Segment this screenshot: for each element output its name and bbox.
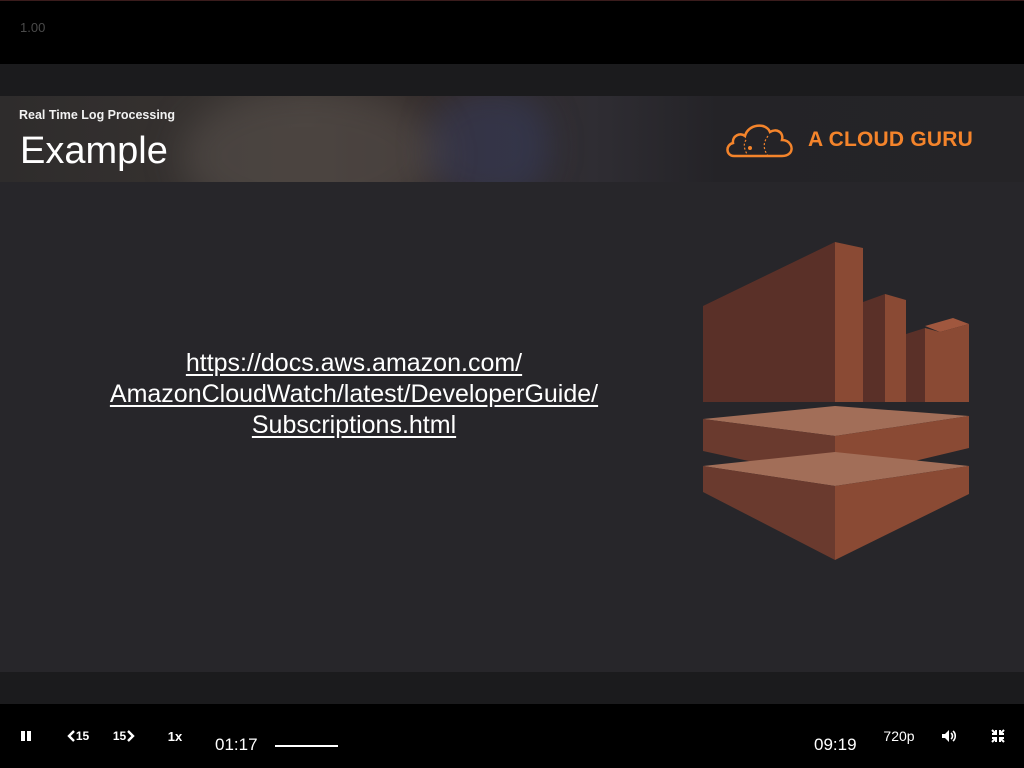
slide-title: Example xyxy=(20,130,168,172)
link-line-1: https://docs.aws.amazon.com/ xyxy=(185,349,523,377)
rewind-label: 15 xyxy=(75,729,90,743)
player-top-bar: 1.00 xyxy=(0,0,1024,64)
forward-label: 15 xyxy=(112,729,127,743)
exit-fullscreen-button[interactable] xyxy=(987,726,1009,746)
progress-bar[interactable] xyxy=(275,745,338,747)
brand-name: A CLOUD GURU xyxy=(808,128,973,151)
chevron-left-icon xyxy=(67,730,75,742)
quality-button[interactable]: 720p xyxy=(880,726,918,746)
pause-icon xyxy=(21,731,31,741)
chevron-right-icon xyxy=(127,730,135,742)
slide-header: Real Time Log Processing Example A CLOUD… xyxy=(0,96,1024,182)
exit-fullscreen-icon xyxy=(991,729,1005,743)
forward-15-button[interactable]: 15 xyxy=(108,726,140,746)
rewind-15-button[interactable]: 15 xyxy=(62,726,94,746)
video-viewport[interactable]: Real Time Log Processing Example A CLOUD… xyxy=(0,64,1024,704)
playback-rate-readout: 1.00 xyxy=(20,20,46,35)
total-duration: 09:19 xyxy=(814,735,857,754)
player-control-bar: 15 15 1x 01:17 09:19 720p xyxy=(0,704,1024,768)
slide-subtitle: Real Time Log Processing xyxy=(19,108,176,122)
kinesis-icon xyxy=(703,242,969,560)
current-time: 01:17 xyxy=(215,735,258,754)
volume-icon xyxy=(942,730,957,742)
subscriptions-doc-link[interactable]: https://docs.aws.amazon.com/ AmazonCloud… xyxy=(80,348,628,441)
cloud-logo-icon xyxy=(726,124,793,158)
link-line-2: AmazonCloudWatch/latest/DeveloperGuide/ xyxy=(109,380,599,408)
playback-speed-button[interactable]: 1x xyxy=(162,726,188,746)
link-line-3: Subscriptions.html xyxy=(251,411,457,439)
lecture-slide: Real Time Log Processing Example A CLOUD… xyxy=(0,96,1024,672)
volume-button[interactable] xyxy=(937,726,961,746)
pause-button[interactable] xyxy=(14,726,38,746)
brand-logo: A CLOUD GURU xyxy=(724,118,1004,164)
